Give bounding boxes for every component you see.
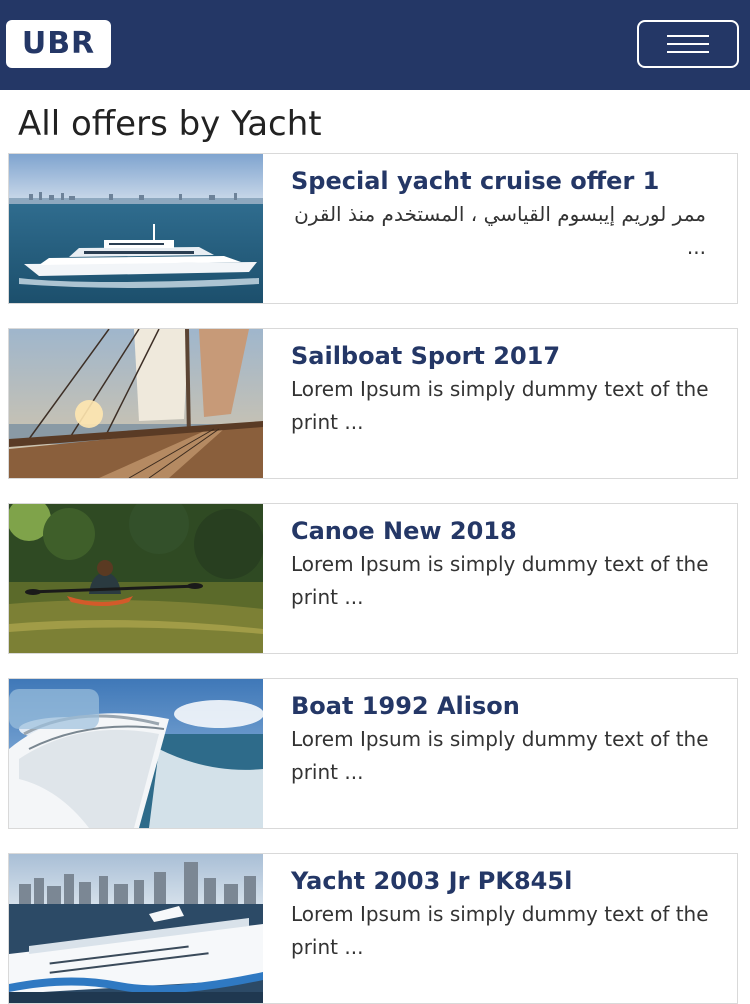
offer-description: Lorem Ipsum is simply dummy text of the … <box>291 727 709 784</box>
offer-description: ممر لوريم إيبسوم القياسي ، المستخدم منذ … <box>294 202 706 259</box>
offer-title[interactable]: Boat 1992 Alison <box>291 689 726 723</box>
brand-logo[interactable]: UBR <box>6 20 111 68</box>
offer-title[interactable]: Yacht 2003 Jr PK845l <box>291 864 726 898</box>
offer-image-sailboat[interactable] <box>9 329 263 478</box>
page-title: All offers by Yacht <box>18 104 322 144</box>
offer-image-cruise-ship[interactable] <box>9 854 263 1003</box>
top-navbar: UBR <box>0 0 750 90</box>
offer-description: Lorem Ipsum is simply dummy text of the … <box>291 902 709 959</box>
offer-image-motor-yacht[interactable] <box>9 154 263 303</box>
offer-title[interactable]: Sailboat Sport 2017 <box>291 339 726 373</box>
offer-title[interactable]: Canoe New 2018 <box>291 514 726 548</box>
offer-title[interactable]: Special yacht cruise offer 1 <box>291 164 726 198</box>
offer-card[interactable]: Special yacht cruise offer 1 ممر لوريم إ… <box>8 153 738 304</box>
offer-image-kayak[interactable] <box>9 504 263 653</box>
menu-toggle-button[interactable] <box>637 20 739 68</box>
offer-card[interactable]: Boat 1992 Alison Lorem Ipsum is simply d… <box>8 678 738 829</box>
offer-description: Lorem Ipsum is simply dummy text of the … <box>291 552 709 609</box>
offer-image-boat-bow[interactable] <box>9 679 263 828</box>
offer-card[interactable]: Canoe New 2018 Lorem Ipsum is simply dum… <box>8 503 738 654</box>
offer-description: Lorem Ipsum is simply dummy text of the … <box>291 377 709 434</box>
offer-card[interactable]: Yacht 2003 Jr PK845l Lorem Ipsum is simp… <box>8 853 738 1004</box>
offer-card[interactable]: Sailboat Sport 2017 Lorem Ipsum is simpl… <box>8 328 738 479</box>
